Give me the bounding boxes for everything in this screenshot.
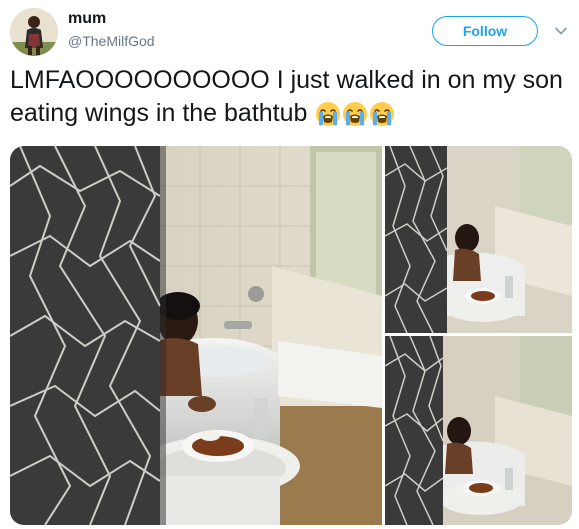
screen-name[interactable]: @TheMilfGod [68, 33, 155, 49]
tweet-text: LMFAOOOOOOOOOO I just walked in on my so… [10, 64, 572, 136]
loudly-crying-face-icon [370, 102, 395, 126]
chevron-down-icon[interactable] [554, 24, 568, 38]
avatar-photo [10, 8, 58, 56]
media-grid [10, 146, 572, 525]
bathroom-photo-main [10, 146, 382, 525]
photo-1[interactable] [10, 146, 382, 525]
tweet-card: mum @TheMilfGod Follow LMFAOOOOOOOOOO I … [0, 0, 579, 529]
display-name[interactable]: mum [68, 10, 106, 28]
bathroom-photo-bottom-right [385, 336, 572, 525]
tweet-text-body: LMFAOOOOOOOOOO I just walked in on my so… [10, 66, 563, 127]
follow-button[interactable]: Follow [432, 16, 538, 46]
bathroom-photo-top-right [385, 146, 572, 333]
photo-2[interactable] [385, 146, 572, 333]
emoji-group [314, 101, 395, 136]
loudly-crying-face-icon [316, 102, 341, 126]
avatar[interactable] [10, 8, 58, 56]
photo-3[interactable] [385, 336, 572, 525]
loudly-crying-face-icon [343, 102, 368, 126]
